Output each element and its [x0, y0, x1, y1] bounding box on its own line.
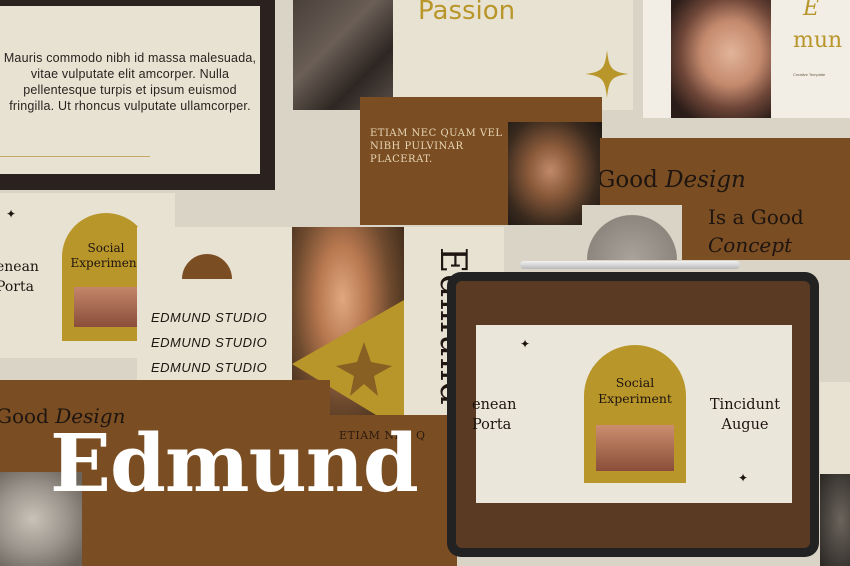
- heading-word: Good: [600, 167, 658, 193]
- slide-title-fragment: E: [803, 0, 820, 21]
- text-line: enean: [0, 259, 39, 275]
- text-line: Porta: [0, 279, 34, 295]
- studio-line: EDMUND STUDIO: [151, 360, 268, 375]
- studio-line: EDMUND STUDIO: [151, 310, 268, 325]
- studio-lines: EDMUND STUDIO EDMUND STUDIO EDMUND STUDI…: [151, 305, 292, 380]
- slide-thumbnail-portrait[interactable]: E mun Creative Template: [643, 0, 850, 118]
- is-a-good-text: Is a Good: [708, 205, 804, 229]
- passion-heading: Passion: [418, 0, 516, 26]
- concept-text: Concept: [708, 233, 793, 257]
- brand-title: Edmund: [50, 418, 418, 508]
- photo-portrait-woman: [671, 0, 771, 118]
- tincidunt-augue-text: Tincidunt Augue: [698, 395, 792, 435]
- divider-line: [0, 156, 150, 157]
- aenean-porta-text: enean Porta: [472, 395, 516, 435]
- good-design-heading: Good Design: [600, 167, 746, 193]
- tablet-slide-social[interactable]: ✦ Social Experiment enean Porta Tincidun…: [472, 325, 792, 503]
- slide-inner: Mauris commodo nibh id massa malesuada, …: [0, 6, 260, 174]
- photo-man: [596, 425, 674, 471]
- aenean-porta-text: enean Porta: [0, 257, 39, 297]
- slide-thumbnail-text[interactable]: Mauris commodo nibh id massa malesuada, …: [0, 0, 275, 190]
- creative-template-label: Creative Template: [793, 72, 826, 77]
- text-line: Porta: [472, 417, 512, 433]
- sparkle-icon: ✦: [738, 471, 749, 485]
- stylus-pencil: [520, 261, 740, 269]
- slide-heading: ETIAM NEC QUAM VEL NIBH PULVINAR PLACERA…: [370, 128, 503, 165]
- semicircle-shape: [182, 254, 232, 279]
- sparkle-icon: ✦: [6, 207, 17, 221]
- slide-thumbnail-passion[interactable]: Passion: [393, 0, 633, 110]
- slide-thumbnail-right[interactable]: [820, 382, 850, 566]
- heading-word-italic: Design: [665, 167, 746, 193]
- photo-raised-fist: [582, 205, 682, 260]
- sparkle-icon: ✦: [520, 337, 531, 351]
- slide-thumbnail-etiam[interactable]: ETIAM NEC QUAM VEL NIBH PULVINAR PLACERA…: [360, 97, 602, 225]
- studio-line: EDMUND STUDIO: [151, 335, 268, 350]
- tablet-device: ✦ Social Experiment enean Porta Tincidun…: [447, 272, 819, 557]
- social-experiment-label: Social Experiment: [598, 375, 672, 406]
- slide-body-text: Mauris commodo nibh id massa malesuada, …: [3, 51, 257, 113]
- text-line: Tincidunt: [709, 397, 781, 413]
- tablet-screen: ✦ Social Experiment enean Porta Tincidun…: [456, 281, 810, 548]
- heading-word: Good: [0, 404, 49, 428]
- text-line: enean: [472, 397, 517, 413]
- text-line: Augue: [721, 417, 769, 433]
- photo-fashion: [293, 0, 393, 110]
- slide-title-fragment: mun: [793, 28, 843, 53]
- four-point-star-icon: [585, 50, 629, 98]
- photo-man: [74, 287, 138, 327]
- photo-raised-fist: [820, 474, 850, 566]
